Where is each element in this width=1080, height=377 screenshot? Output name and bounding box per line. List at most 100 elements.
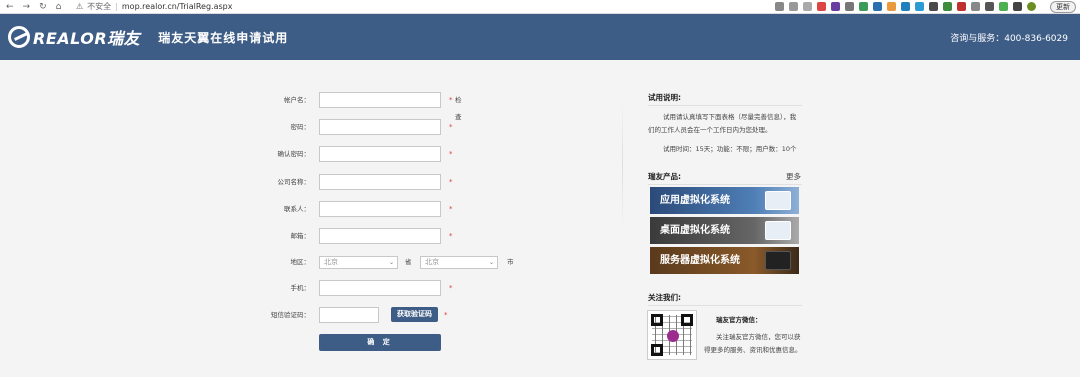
server-icon [765,251,791,270]
company-input[interactable] [319,174,441,190]
browser-toolbar: ← → ↻ ⌂ ⚠ 不安全 | mop.realor.cn/TrialReg.a… [0,0,1080,14]
extension-icons [775,2,1036,11]
key-icon[interactable] [775,2,784,11]
field-label: 邮箱： [290,232,311,240]
logo-text: REALOR瑞友 [33,29,141,48]
required-mark: * [449,205,453,213]
divider [648,105,802,106]
reload-icon[interactable]: ↻ [39,0,47,14]
wechat-qr-code [647,310,697,360]
province-unit: 省 [405,258,412,266]
avatar[interactable] [1027,2,1036,11]
phone-input[interactable] [319,280,441,296]
product-banner-desktop[interactable]: 桌面虚拟化系统 [650,217,799,244]
province-select[interactable]: 北京 ⌄ [319,256,398,269]
chevron-down-icon: ⌄ [388,259,394,266]
products-title: 瑞友产品: [648,172,681,181]
password-input[interactable] [319,119,441,135]
get-code-button[interactable]: 获取验证码 [391,307,438,322]
product-banner-server[interactable]: 服务器虚拟化系统 [650,247,799,274]
extension-icon[interactable] [915,2,924,11]
url-separator: | [115,2,118,11]
email-input[interactable] [319,228,441,244]
field-label: 手机： [290,284,311,292]
extension-icon[interactable] [873,2,882,11]
required-mark: * [449,123,453,131]
city-select[interactable]: 北京 ⌄ [420,256,498,269]
city-value: 北京 [425,258,439,266]
warning-icon: ⚠ [76,2,84,11]
wechat-title: 瑞友官方微信： [716,316,762,324]
update-button[interactable]: 更新 [1050,1,1076,13]
extension-icon[interactable] [887,2,896,11]
sms-code-input[interactable] [319,307,379,323]
site-header: REALOR瑞友 瑞友天翼在线申请试用 咨询与服务：400-836-6029 [0,14,1080,60]
realor-logo[interactable]: REALOR瑞友 [8,25,140,49]
extension-icon[interactable] [859,2,868,11]
security-label: 不安全 [87,2,112,11]
product-label: 应用虚拟化系统 [660,195,730,206]
qr-finder [681,314,693,326]
follow-title: 关注我们: [648,293,681,302]
qr-logo-icon [667,330,679,342]
share-icon[interactable] [789,2,798,11]
puzzle-icon[interactable] [985,2,994,11]
main-content: 帐户名： * 检查 密码： * 确认密码： * 公司名称： * 联系人： * 邮… [0,60,1080,377]
sidebar-icon[interactable] [1013,2,1022,11]
more-link[interactable]: 更多 [786,171,801,182]
field-label: 密码： [290,123,311,131]
back-icon[interactable]: ← [6,0,14,14]
contact-info: 咨询与服务：400-836-6029 [950,34,1068,44]
extension-icon[interactable] [957,2,966,11]
forward-icon[interactable]: → [23,0,31,14]
extension-icon[interactable] [999,2,1008,11]
product-label: 服务器虚拟化系统 [660,255,740,266]
province-value: 北京 [324,258,338,266]
check-account-link[interactable]: 检查 [455,92,462,126]
wechat-text: 关注瑞友官方微信，您可以获 [716,333,801,341]
chevron-down-icon: ⌄ [488,259,494,266]
monitor-icon [765,221,791,240]
account-input[interactable] [319,92,441,108]
device-icon [765,191,791,210]
extension-icon[interactable] [845,2,854,11]
extension-icon[interactable] [901,2,910,11]
divider [648,305,802,306]
vertical-divider [622,100,623,230]
field-label: 地区： [290,258,311,266]
qr-finder [651,344,663,356]
trial-text: 们的工作人员会在一个工作日内为您处理。 [648,126,772,134]
required-mark: * [444,311,448,319]
required-mark: * [449,178,453,186]
contact-input[interactable] [319,201,441,217]
trial-terms: 试用时间：15天；功能：不限；用户数：10个 [663,145,797,153]
submit-button[interactable]: 确 定 [319,334,441,351]
trial-text: 试用请认真填写下面表格（尽量完善信息），我 [663,113,797,121]
extension-icon[interactable] [929,2,938,11]
confirm-password-input[interactable] [319,146,441,162]
extension-icon[interactable] [971,2,980,11]
page-title: 瑞友天翼在线申请试用 [158,30,289,45]
field-label: 短信验证码： [271,311,310,319]
field-label: 帐户名： [284,96,310,104]
wechat-text: 得更多的服务、资讯和优惠信息。 [704,346,802,354]
star-icon[interactable] [803,2,812,11]
field-label: 确认密码： [277,150,311,158]
required-mark: * [449,284,453,292]
city-unit: 市 [507,258,514,266]
browser-nav: ← → ↻ ⌂ [0,0,70,14]
required-mark: * [449,232,453,240]
field-label: 联系人： [284,205,310,213]
trial-title: 试用说明: [648,93,681,102]
divider [648,184,802,185]
required-mark: * [449,96,453,104]
product-banner-app[interactable]: 应用虚拟化系统 [650,187,799,214]
address-bar[interactable]: ⚠ 不安全 | mop.realor.cn/TrialReg.aspx [76,1,232,12]
home-icon[interactable]: ⌂ [56,0,62,14]
extension-icon[interactable] [943,2,952,11]
extension-icon[interactable] [831,2,840,11]
extension-icon[interactable] [817,2,826,11]
realor-logo-icon [8,26,30,48]
qr-finder [651,314,663,326]
url-text[interactable]: mop.realor.cn/TrialReg.aspx [122,2,233,11]
